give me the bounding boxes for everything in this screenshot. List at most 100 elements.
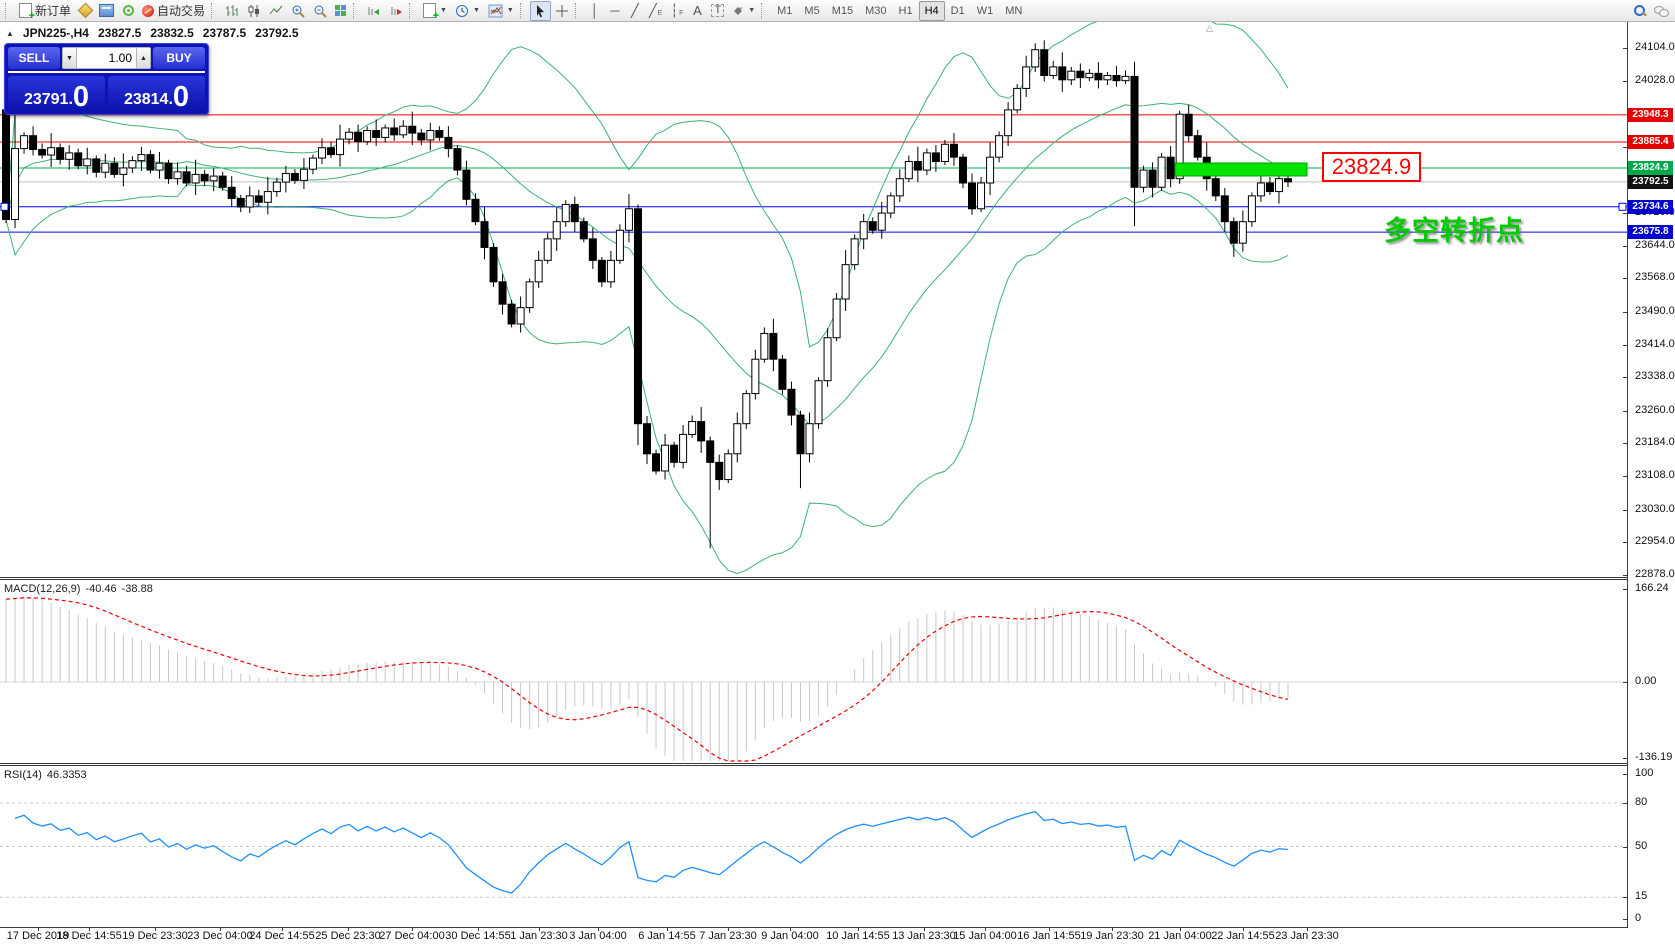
- cursor-icon: [534, 4, 547, 18]
- price-axis[interactable]: 24104.024028.023874.023720.023644.023568…: [1628, 0, 1675, 946]
- time-tick-mark: [1112, 927, 1113, 931]
- timeframe-m30[interactable]: M30: [859, 1, 892, 21]
- volume-stepper: ▼ ▲: [62, 47, 151, 69]
- time-tick-mark: [790, 927, 791, 931]
- dropdown-caret-icon: ▼: [748, 7, 755, 14]
- auto-scroll-button[interactable]: [363, 1, 385, 21]
- price-tag-label[interactable]: 23824.9: [1322, 152, 1421, 182]
- equidistant-channel-tool[interactable]: ╱ E: [645, 1, 667, 21]
- signals-button[interactable]: [118, 1, 138, 21]
- volume-down-button[interactable]: ▼: [62, 47, 77, 69]
- time-label: 6 Jan 14:55: [638, 930, 696, 942]
- toolbar-grip: [5, 3, 11, 19]
- chart-scroll-marker-icon[interactable]: △: [1206, 23, 1213, 34]
- dropdown-caret-icon: ▼: [473, 7, 480, 14]
- time-tick-mark: [1307, 927, 1308, 931]
- turning-point-note[interactable]: 多空转折点: [1384, 209, 1524, 248]
- panel-separator[interactable]: [0, 579, 1675, 580]
- new-order-label: 新订单: [35, 2, 71, 19]
- trendline-tool[interactable]: ╱: [625, 1, 645, 21]
- profiles-button[interactable]: [95, 1, 118, 21]
- panel-separator[interactable]: [0, 763, 1675, 764]
- timeframe-h1[interactable]: H1: [893, 1, 919, 21]
- timeframe-d1[interactable]: D1: [945, 1, 971, 21]
- main-toolbar: + 新订单 自动交易 + ▼ ▼ ▼ │: [0, 0, 1675, 22]
- volume-up-button[interactable]: ▲: [136, 47, 151, 69]
- text-tool[interactable]: A: [687, 1, 707, 21]
- panel-separator[interactable]: [0, 765, 1675, 766]
- chart-shift-button[interactable]: [385, 1, 407, 21]
- chat-button[interactable]: [1650, 1, 1672, 21]
- market-watch-button[interactable]: [75, 1, 95, 21]
- tile-windows-button[interactable]: [331, 1, 351, 21]
- fibonacci-tool[interactable]: ┆ F: [666, 1, 687, 21]
- line-chart-button[interactable]: [265, 1, 287, 21]
- buy-price-main: 23814: [124, 92, 169, 109]
- buy-price[interactable]: 23814.0: [108, 76, 205, 111]
- timeframe-m5[interactable]: M5: [798, 1, 825, 21]
- time-tick-mark: [667, 927, 668, 931]
- tick-mark: [1623, 443, 1628, 444]
- candle-chart-button[interactable]: [243, 1, 265, 21]
- time-label: 1 Jan 23:30: [510, 930, 568, 942]
- add-indicator-button[interactable]: + ▼: [419, 1, 451, 21]
- arrows-tool[interactable]: ▼: [728, 1, 759, 21]
- bar-chart-icon: [225, 4, 239, 18]
- time-label: 23 Jan 23:30: [1275, 930, 1339, 942]
- line-handle[interactable]: [1, 203, 8, 210]
- price-tick: 23490.0: [1635, 305, 1675, 317]
- auto-trading-button[interactable]: 自动交易: [138, 1, 209, 21]
- time-tick-mark: [38, 927, 39, 931]
- collapse-arrow-icon[interactable]: ▲: [6, 29, 14, 38]
- vertical-line-tool[interactable]: │: [585, 1, 605, 21]
- period-button[interactable]: ▼: [451, 1, 484, 21]
- clock-icon: [455, 4, 469, 18]
- arrows-icon: [732, 5, 744, 17]
- tick-mark: [1623, 542, 1628, 543]
- timeframe-w1[interactable]: W1: [971, 1, 1000, 21]
- macd-indicator-panel[interactable]: [0, 580, 1627, 763]
- toolbar-grip: [353, 3, 359, 19]
- sell-button[interactable]: SELL: [8, 47, 60, 69]
- zoom-out-icon: [313, 4, 327, 18]
- time-axis[interactable]: 17 Dec 201918 Dec 14:5519 Dec 23:3023 De…: [0, 929, 1627, 946]
- price-tick: 23338.0: [1635, 370, 1675, 382]
- new-order-button[interactable]: + 新订单: [15, 1, 75, 21]
- search-button[interactable]: [1630, 1, 1650, 21]
- volume-input[interactable]: [77, 47, 136, 69]
- time-label: 23 Dec 04:00: [187, 930, 252, 942]
- trendline-icon: ╱: [631, 4, 639, 17]
- time-label: 21 Jan 04:00: [1148, 930, 1212, 942]
- auto-trading-label: 自动交易: [157, 2, 205, 19]
- bollinger-lower: [6, 178, 1288, 574]
- crosshair-button[interactable]: [551, 1, 573, 21]
- zoom-in-button[interactable]: [287, 1, 309, 21]
- timeframe-mn[interactable]: MN: [999, 1, 1028, 21]
- price-tick: 23184.0: [1635, 436, 1675, 448]
- horizontal-line-tool[interactable]: ─: [605, 1, 625, 21]
- line-handle[interactable]: [1619, 203, 1626, 210]
- rsi-indicator-panel[interactable]: [0, 766, 1627, 927]
- fibonacci-icon: ┆: [670, 4, 678, 17]
- timeframe-h4[interactable]: H4: [919, 1, 945, 21]
- price-badge: 23792.5: [1628, 175, 1673, 189]
- cursor-button[interactable]: [530, 1, 551, 21]
- price-tick: 23568.0: [1635, 271, 1675, 283]
- zoom-out-button[interactable]: [309, 1, 331, 21]
- time-tick-mark: [89, 927, 90, 931]
- panel-separator[interactable]: [0, 577, 1675, 578]
- buy-button[interactable]: BUY: [153, 47, 205, 69]
- timeframe-m1[interactable]: M1: [771, 1, 798, 21]
- macd-axis-tick: -136.19: [1635, 751, 1672, 763]
- ohlc-high: 23832.5: [150, 26, 193, 40]
- time-label: 22 Jan 14:55: [1211, 930, 1275, 942]
- highlight-rectangle[interactable]: [1175, 163, 1307, 176]
- chart-template-button[interactable]: ▼: [484, 1, 518, 21]
- bar-chart-button[interactable]: [221, 1, 243, 21]
- tick-mark: [1623, 575, 1628, 576]
- timeframe-m15[interactable]: M15: [826, 1, 859, 21]
- sell-price[interactable]: 23791.0: [8, 76, 105, 111]
- text-label-tool[interactable]: T: [707, 1, 728, 21]
- main-price-chart[interactable]: [0, 22, 1627, 577]
- ohlc-close: 23792.5: [255, 26, 298, 40]
